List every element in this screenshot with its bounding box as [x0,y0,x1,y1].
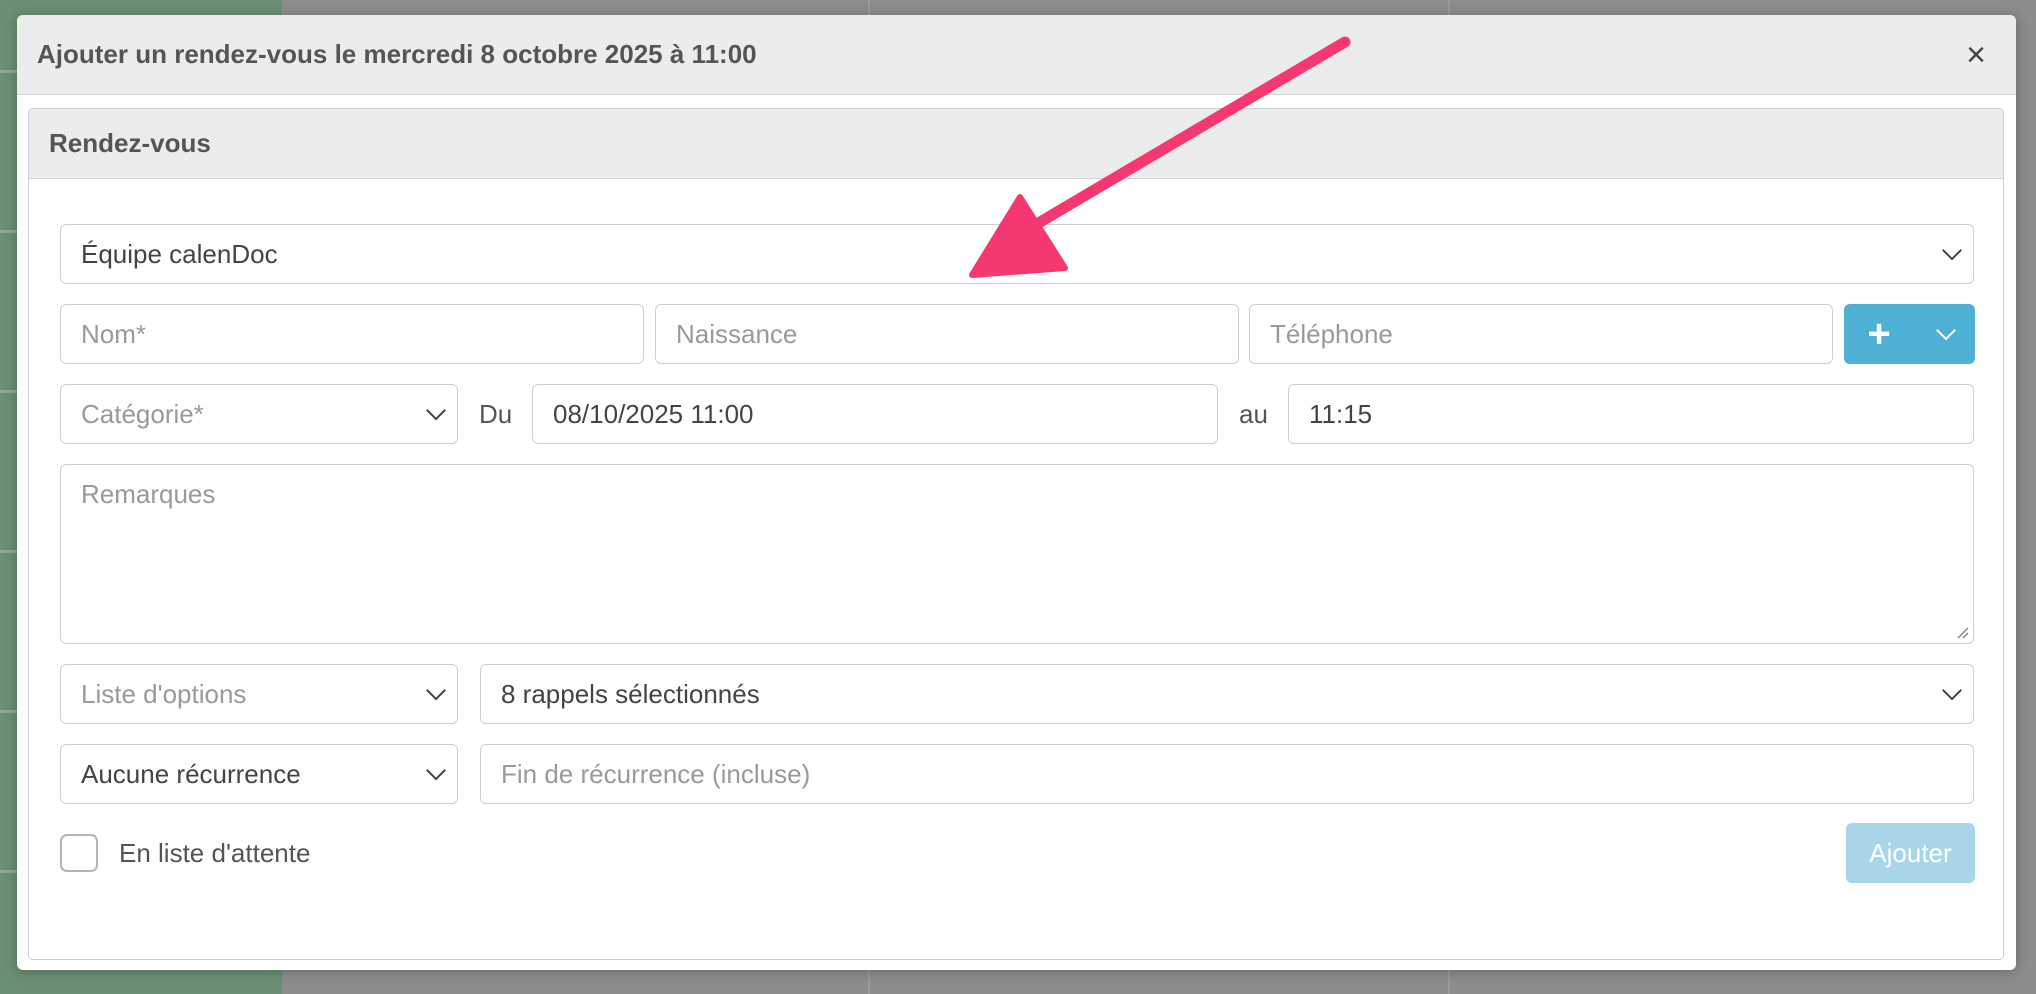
add-patient-dropdown-toggle[interactable] [1914,304,1975,364]
chevron-down-icon [426,680,446,701]
background-tick [0,550,18,553]
name-placeholder: Nom* [81,318,147,349]
from-label: Du [479,398,513,429]
add-patient-split-button: + [1844,304,1975,364]
phone-placeholder: Téléphone [1270,318,1393,349]
start-datetime-input[interactable]: 08/10/2025 11:00 [532,384,1218,444]
options-list-placeholder: Liste d'options [81,678,247,709]
chevron-down-icon [426,760,446,781]
chevron-down-icon [1942,680,1962,701]
waiting-list-checkbox[interactable] [60,834,98,872]
background-tick [0,710,18,713]
background-tick [0,230,18,233]
remarks-textarea[interactable]: Remarques [60,464,1974,644]
modal-header: Ajouter un rendez-vous le mercredi 8 oct… [17,15,2016,95]
reminders-value: 8 rappels sélectionnés [501,678,760,709]
start-datetime-value: 08/10/2025 11:00 [553,398,754,429]
recurrence-select[interactable]: Aucune récurrence [60,744,458,804]
background-tick [0,870,18,873]
plus-icon[interactable]: + [1844,304,1914,364]
modal-title: Ajouter un rendez-vous le mercredi 8 oct… [37,39,757,69]
team-select[interactable]: Équipe calenDoc [60,224,1974,284]
background-tick [0,70,18,73]
recurrence-end-input[interactable]: Fin de récurrence (incluse) [480,744,1974,804]
chevron-down-icon [1936,320,1956,341]
end-time-value: 11:15 [1309,398,1373,429]
recurrence-end-placeholder: Fin de récurrence (incluse) [501,758,811,789]
close-icon[interactable]: × [1956,38,1996,72]
team-select-value: Équipe calenDoc [81,238,278,269]
options-list-select[interactable]: Liste d'options [60,664,458,724]
appointment-modal: Ajouter un rendez-vous le mercredi 8 oct… [17,15,2016,970]
background-tick [0,390,18,393]
category-placeholder: Catégorie* [81,398,204,429]
end-time-input[interactable]: 11:15 [1288,384,1974,444]
name-input[interactable]: Nom* [60,304,644,364]
category-select[interactable]: Catégorie* [60,384,458,444]
to-label: au [1239,398,1268,429]
chevron-down-icon [1942,240,1962,261]
waiting-list-label: En liste d'attente [119,837,311,868]
recurrence-value: Aucune récurrence [81,758,301,789]
phone-input[interactable]: Téléphone [1249,304,1833,364]
chevron-down-icon [426,400,446,421]
resize-grip-icon[interactable] [1955,625,1969,639]
remarks-placeholder: Remarques [81,479,216,509]
panel-heading: Rendez-vous [29,109,2003,179]
birth-date-input[interactable]: Naissance [655,304,1239,364]
appointment-panel: Rendez-vous Équipe calenDoc Nom* Naissan… [28,108,2004,960]
add-appointment-button[interactable]: Ajouter [1846,823,1975,883]
birth-date-placeholder: Naissance [676,318,798,349]
reminders-select[interactable]: 8 rappels sélectionnés [480,664,1974,724]
